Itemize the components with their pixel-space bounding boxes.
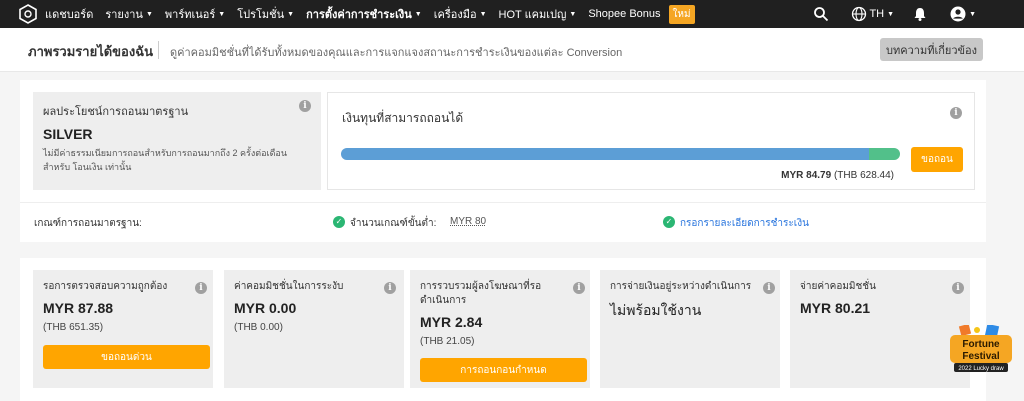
withdraw-button[interactable]: ขอถอน bbox=[911, 147, 963, 172]
info-icon[interactable]: i bbox=[950, 107, 962, 119]
festival-line2: Festival bbox=[962, 351, 999, 362]
caret-down-icon: ▼ bbox=[479, 10, 487, 18]
nav-hot-campaign-label: HOT แคมเปญ bbox=[498, 9, 567, 21]
search-icon[interactable] bbox=[813, 6, 829, 22]
language-selector[interactable]: TH ▼ bbox=[851, 6, 894, 22]
header-divider bbox=[158, 41, 159, 59]
criteria-min-label: จำนวนเกณฑ์ขั้นต่ำ: bbox=[350, 218, 437, 229]
nav-reports[interactable]: รายงาน ▼ bbox=[105, 5, 153, 23]
related-articles-button[interactable]: บทความที่เกี่ยวข้อง bbox=[880, 38, 983, 61]
festival-line3: 2022 Lucky draw bbox=[958, 366, 1004, 372]
caret-down-icon: ▼ bbox=[218, 10, 226, 18]
stat-subvalue: (THB 21.05) bbox=[420, 336, 475, 347]
progress-fill-extra bbox=[869, 148, 900, 160]
balance-amount-main: MYR 84.79 bbox=[781, 170, 832, 181]
stat-card-advertiser-pending: การรวบรวมผู้ลงโฆษณาที่รอดำเนินการ MYR 2.… bbox=[410, 270, 590, 388]
info-icon[interactable]: i bbox=[384, 282, 396, 294]
withdrawal-tier-card: ผลประโยชน์การถอนมาตรฐาน SILVER ไม่มีค่าธ… bbox=[33, 92, 321, 190]
earnings-stats-panel: รอการตรวจสอบความถูกต้อง MYR 87.88 (THB 6… bbox=[20, 258, 986, 401]
nav-payment-settings-label: การตั้งค่าการชำระเงิน bbox=[306, 9, 412, 21]
nav-shopee-bonus-label: Shopee Bonus bbox=[588, 8, 661, 20]
progress-fill-withdrawable bbox=[341, 148, 870, 160]
stat-card-on-hold: ค่าคอมมิชชั่นในการระงับ MYR 0.00 (THB 0.… bbox=[224, 270, 404, 388]
page-description: ดูค่าคอมมิชชั่นที่ได้รับทั้งหมดของคุณและ… bbox=[170, 47, 623, 59]
account-menu[interactable]: ▼ bbox=[950, 6, 976, 22]
nav-dashboard-label: แดชบอร์ด bbox=[45, 9, 94, 21]
stat-value: MYR 87.88 bbox=[43, 300, 114, 316]
stat-subvalue: (THB 0.00) bbox=[234, 322, 283, 333]
tier-name: SILVER bbox=[43, 126, 93, 142]
nav-right-group: TH ▼ ▼ bbox=[813, 0, 1024, 28]
stat-card-paid-commission: จ่ายค่าคอมมิชชั่น MYR 80.21 i bbox=[790, 270, 970, 388]
tier-label: ผลประโยชน์การถอนมาตรฐาน bbox=[43, 106, 189, 118]
stat-label: จ่ายค่าคอมมิชชั่น bbox=[800, 281, 876, 292]
payment-details-link[interactable]: กรอกรายละเอียดการชำระเงิน bbox=[680, 216, 809, 231]
festival-line1: Fortune bbox=[962, 339, 1000, 350]
stat-card-payout-in-progress: การจ่ายเงินอยู่ระหว่างดำเนินการ ไม่พร้อม… bbox=[600, 270, 780, 388]
stat-label: ค่าคอมมิชชั่นในการระงับ bbox=[234, 281, 344, 292]
balance-amount-sub: (THB 628.44) bbox=[833, 170, 894, 181]
caret-down-icon: ▼ bbox=[414, 10, 422, 18]
criteria-label: เกณฑ์การถอนมาตรฐาน: bbox=[34, 218, 142, 229]
withdrawal-panel: ผลประโยชน์การถอนมาตรฐาน SILVER ไม่มีค่าธ… bbox=[20, 80, 986, 242]
criteria-min-value: MYR 80 bbox=[450, 216, 487, 227]
caret-down-icon: ▼ bbox=[569, 10, 577, 18]
stat-value: MYR 80.21 bbox=[800, 300, 871, 316]
new-badge: ใหม่ bbox=[668, 4, 695, 24]
info-icon[interactable]: i bbox=[195, 282, 207, 294]
info-icon[interactable]: i bbox=[763, 282, 775, 294]
caret-down-icon: ▼ bbox=[887, 10, 895, 18]
nav-promotions-label: โปรโมชั่น bbox=[237, 9, 285, 21]
express-withdraw-button[interactable]: ขอถอนด่วน bbox=[43, 345, 210, 369]
stat-label: การรวบรวมผู้ลงโฆษณาที่รอดำเนินการ bbox=[420, 281, 542, 306]
stat-value: MYR 2.84 bbox=[420, 314, 483, 330]
stat-value: MYR 0.00 bbox=[234, 300, 297, 316]
nav-promotions[interactable]: โปรโมชั่น ▼ bbox=[237, 5, 294, 23]
stat-label: การจ่ายเงินอยู่ระหว่างดำเนินการ bbox=[610, 281, 752, 292]
stat-card-pending-validation: รอการตรวจสอบความถูกต้อง MYR 87.88 (THB 6… bbox=[33, 270, 213, 388]
globe-icon bbox=[852, 6, 867, 22]
info-icon[interactable]: i bbox=[952, 282, 964, 294]
nav-tools-label: เครื่องมือ bbox=[433, 9, 477, 21]
nav-tools[interactable]: เครื่องมือ ▼ bbox=[434, 5, 487, 23]
withdrawable-balance-card: เงินทุนที่สามารถถอนได้ i ขอถอน MYR 84.79… bbox=[327, 92, 975, 190]
caret-down-icon: ▼ bbox=[969, 10, 976, 18]
caret-down-icon: ▼ bbox=[145, 10, 153, 18]
page-header: ภาพรวมรายได้ของฉัน ดูค่าคอมมิชชั่นที่ได้… bbox=[0, 28, 1024, 72]
check-circle-icon: ✓ bbox=[333, 216, 345, 228]
nav-reports-label: รายงาน bbox=[105, 9, 143, 21]
balance-label: เงินทุนที่สามารถถอนได้ bbox=[342, 111, 464, 125]
stat-label: รอการตรวจสอบความถูกต้อง bbox=[43, 281, 168, 292]
withdrawal-criteria-row: เกณฑ์การถอนมาตรฐาน: ✓ จำนวนเกณฑ์ขั้นต่ำ:… bbox=[20, 202, 986, 242]
language-label: TH bbox=[869, 8, 885, 20]
balance-progress-bar bbox=[341, 148, 900, 160]
info-icon[interactable]: i bbox=[299, 100, 311, 112]
early-withdraw-button[interactable]: การถอนกอนกำหนด bbox=[420, 358, 587, 382]
user-avatar-icon bbox=[950, 6, 966, 22]
top-nav: แดชบอร์ด รายงาน ▼ พาร์ทเนอร์ ▼ โปรโมชั่น ▼ … bbox=[0, 0, 1024, 28]
nav-payment-settings[interactable]: การตั้งค่าการชำระเงิน ▼ bbox=[306, 5, 422, 23]
nav-hot-campaign[interactable]: HOT แคมเปญ ▼ bbox=[499, 5, 577, 23]
nav-partners[interactable]: พาร์ทเนอร์ ▼ bbox=[165, 5, 225, 23]
nav-dashboard[interactable]: แดชบอร์ด bbox=[45, 5, 93, 23]
info-icon[interactable]: i bbox=[573, 282, 585, 294]
nav-shopee-bonus[interactable]: Shopee Bonus bbox=[588, 8, 660, 20]
stat-subvalue: (THB 651.35) bbox=[43, 322, 104, 333]
nav-partners-label: พาร์ทเนอร์ bbox=[164, 9, 216, 21]
app-logo-icon[interactable] bbox=[18, 4, 38, 24]
tier-description: ไม่มีค่าธรรมเนียมการถอนสำหรับการถอนมากถึ… bbox=[43, 148, 287, 172]
stat-value: ไม่พร้อมใช้งาน bbox=[610, 302, 702, 318]
check-circle-icon: ✓ bbox=[663, 216, 675, 228]
page-title: ภาพรวมรายได้ของฉัน bbox=[28, 44, 153, 59]
balance-amount: MYR 84.79 (THB 628.44) bbox=[781, 170, 894, 181]
caret-down-icon: ▼ bbox=[287, 10, 295, 18]
fortune-festival-badge[interactable]: Fortune Festival 2022 Lucky draw bbox=[950, 325, 1012, 377]
bell-icon[interactable] bbox=[912, 6, 928, 22]
